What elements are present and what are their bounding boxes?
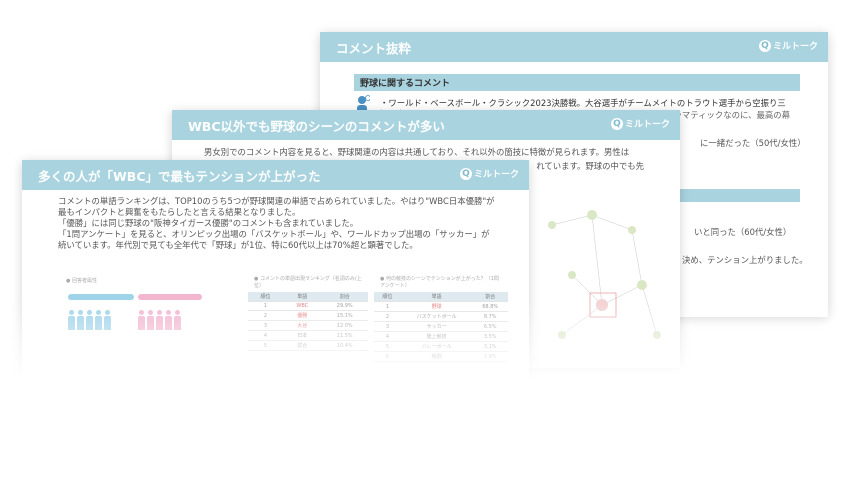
- logo-q-icon: Q: [758, 39, 771, 52]
- male-figures: [68, 310, 113, 334]
- brand-logo: Q ミルトーク: [758, 39, 818, 52]
- brand-logo: Q ミルトーク: [459, 167, 519, 180]
- slide-header: 多くの人が「WBC」で最もテンションが上がった Q ミルトーク: [22, 160, 529, 190]
- slide-title: WBC以外でも野球のシーンのコメントが多い: [188, 118, 445, 134]
- brand-logo: Q ミルトーク: [610, 117, 670, 130]
- logo-q-icon: Q: [610, 117, 623, 130]
- body-line: コメントの単語ランキングは、TOP10のうち5つが野球関連の単語で占められていま…: [58, 196, 495, 206]
- word-network-diagram: [548, 210, 661, 339]
- slide-header: コメント抜粋 Q ミルトーク: [320, 32, 828, 62]
- quote-text: いと同った（60代/女性）: [694, 227, 792, 237]
- quote-text: に一緒だった（50代/女性）: [700, 138, 806, 148]
- body-line: 「優勝」には同じ野球の"阪神タイガース優勝"のコメントも含まれていました。: [58, 218, 359, 228]
- male-bar: [68, 294, 134, 300]
- body-line: 最もインパクトと興奮をもたらしたと言える結果となりました。: [58, 207, 301, 217]
- slide-title: コメント抜粋: [336, 40, 412, 56]
- word-ranking-table: 順位 単語 割合 1 WBC 29.9% 2 優勝 15.1% 3 大谷 12.0% 4 日本 11…: [248, 292, 368, 351]
- female-figures: [138, 310, 183, 334]
- body-text: コメントの単語ランキングは、TOP10のうち5つが野球関連の単語で占められていま…: [58, 196, 498, 251]
- body-line: 「1問アンケート」を見ると、オリンピック出場の「バスケットボール」や、ワールドカ…: [58, 229, 490, 239]
- chart-title: ● コメントの単語出現ランキング（名詞のみ/上位）: [254, 276, 362, 289]
- chart-title: ● 回答者属性: [66, 278, 97, 284]
- quote-text: 決め、テンション上がりました。: [682, 255, 808, 265]
- slide-wbc-highlight: 多くの人が「WBC」で最もテンションが上がった Q ミルトーク コメントの単語ラ…: [22, 160, 529, 380]
- logo-q-icon: Q: [459, 167, 472, 180]
- sport-survey-table: 順位 単語 割合 1 野球 68.8% 2 バスケットボール 8.7% 3 サッカー 6.5% …: [374, 292, 508, 362]
- slide-title: 多くの人が「WBC」で最もテンションが上がった: [38, 168, 321, 184]
- slide-header: WBC以外でも野球のシーンのコメントが多い Q ミルトーク: [172, 110, 680, 140]
- chart-title: ● 何の競技のシーンでテンションが上がった？（1問アンケート）: [380, 276, 499, 289]
- female-bar: [138, 294, 202, 300]
- section-heading-baseball: 野球に関するコメント: [354, 74, 800, 91]
- body-line: 続いています。年代別で見ても全年代で「野球」が1位、特に60代以上は70%超と顕…: [58, 240, 418, 250]
